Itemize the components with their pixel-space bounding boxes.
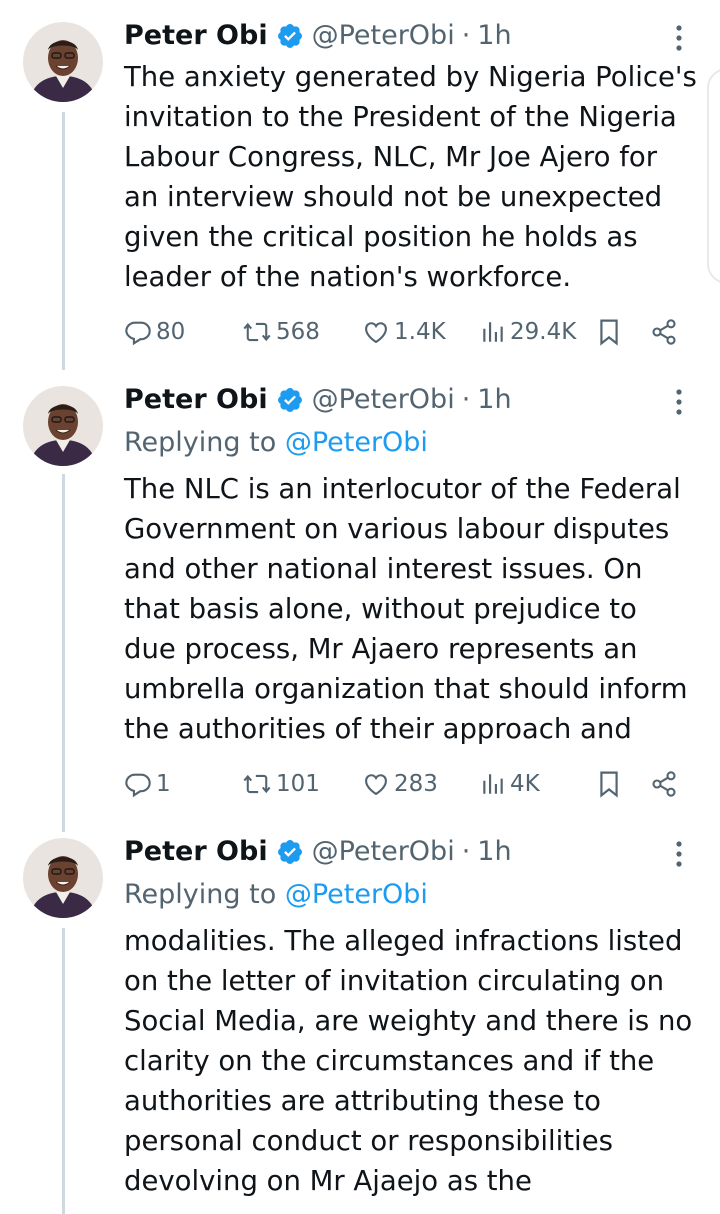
thread-connector bbox=[62, 474, 65, 832]
tweet-text-line: The NLC is an interlocutor of the Federa… bbox=[124, 473, 681, 505]
tweet-text-line: on the letter of invitation circulating … bbox=[124, 965, 665, 997]
replying-to: Replying to @PeterObi bbox=[124, 878, 428, 912]
views-chart-icon bbox=[480, 318, 506, 346]
handle[interactable]: @PeterObi bbox=[312, 835, 455, 869]
tweet-header: Peter Obi @PeterObi · 1h bbox=[124, 383, 512, 417]
more-options-icon[interactable] bbox=[664, 384, 694, 420]
tweet-header: Peter Obi @PeterObi · 1h bbox=[124, 19, 512, 53]
tweet-text-line: umbrella organization that should inform bbox=[124, 673, 688, 705]
tweet-text-line: the authorities of their approach and bbox=[124, 713, 632, 745]
retweet-icon bbox=[242, 318, 272, 346]
replying-mention[interactable]: @PeterObi bbox=[285, 427, 428, 458]
views-button[interactable]: 29.4K bbox=[480, 312, 576, 352]
reply-button[interactable]: 80 bbox=[124, 312, 185, 352]
timestamp[interactable]: 1h bbox=[477, 383, 511, 417]
retweet-button[interactable]: 101 bbox=[242, 764, 320, 804]
heart-icon bbox=[362, 318, 390, 346]
tweet-text-line: due process, Mr Ajaero represents an bbox=[124, 633, 638, 665]
bookmark-icon bbox=[596, 317, 622, 347]
bookmark-icon bbox=[596, 769, 622, 799]
tweet-text-line: an interview should not be unexpected bbox=[124, 181, 663, 213]
tweet-text-line: Government on various labour disputes bbox=[124, 513, 670, 545]
avatar[interactable] bbox=[23, 386, 103, 466]
views-chart-icon bbox=[480, 770, 506, 798]
thread-connector bbox=[62, 112, 65, 370]
separator-dot: · bbox=[461, 20, 471, 51]
like-count: 1.4K bbox=[394, 319, 446, 345]
views-count: 4K bbox=[510, 771, 540, 797]
tweet-text-line: authorities are attributing these to bbox=[124, 1085, 601, 1117]
share-button[interactable] bbox=[650, 312, 678, 352]
display-name[interactable]: Peter Obi bbox=[124, 835, 268, 869]
reply-button[interactable]: 1 bbox=[124, 764, 171, 804]
reply-icon bbox=[124, 770, 152, 798]
tweet-text-line: The anxiety generated by Nigeria Police'… bbox=[124, 61, 697, 93]
reply-count: 80 bbox=[156, 319, 186, 345]
heart-icon bbox=[362, 770, 390, 798]
replying-to: Replying to @PeterObi bbox=[124, 426, 428, 460]
avatar[interactable] bbox=[23, 838, 103, 918]
separator-dot: · bbox=[461, 836, 471, 867]
replying-label: Replying to bbox=[124, 879, 277, 910]
separator-dot: · bbox=[461, 384, 471, 415]
verified-badge-icon bbox=[276, 838, 304, 866]
tweet-text: The NLC is an interlocutor of the Federa… bbox=[124, 469, 704, 749]
retweet-count: 101 bbox=[276, 771, 320, 797]
like-count: 283 bbox=[394, 771, 438, 797]
tweet-text: modalities. The alleged infractions list… bbox=[124, 921, 704, 1201]
reply-count: 1 bbox=[156, 771, 171, 797]
handle[interactable]: @PeterObi bbox=[312, 19, 455, 53]
tweet-text-line: that basis alone, without prejudice to bbox=[124, 593, 637, 625]
avatar[interactable] bbox=[23, 22, 103, 102]
like-button[interactable]: 1.4K bbox=[362, 312, 446, 352]
replying-label: Replying to bbox=[124, 427, 277, 458]
bookmark-button[interactable] bbox=[596, 764, 622, 804]
verified-badge-icon bbox=[276, 386, 304, 414]
tweet-text-line: leader of the nation's workforce. bbox=[124, 261, 572, 293]
tweet-text: The anxiety generated by Nigeria Police'… bbox=[124, 57, 704, 297]
tweet-text-line: Social Media, are weighty and there is n… bbox=[124, 1005, 693, 1037]
views-button[interactable]: 4K bbox=[480, 764, 540, 804]
tweet-text-line: Labour Congress, NLC, Mr Joe Ajero for bbox=[124, 141, 658, 173]
reply-icon bbox=[124, 318, 152, 346]
replying-mention[interactable]: @PeterObi bbox=[285, 879, 428, 910]
retweet-button[interactable]: 568 bbox=[242, 312, 320, 352]
tweet-header: Peter Obi @PeterObi · 1h bbox=[124, 835, 512, 869]
share-button[interactable] bbox=[650, 764, 678, 804]
share-icon bbox=[650, 318, 678, 346]
tweet-text-line: devolving on Mr Ajaejo as the bbox=[124, 1165, 532, 1197]
timestamp[interactable]: 1h bbox=[477, 835, 511, 869]
tweet-text-line: modalities. The alleged infractions list… bbox=[124, 925, 683, 957]
handle[interactable]: @PeterObi bbox=[312, 383, 455, 417]
tweet-text-line: clarity on the circumstances and if the bbox=[124, 1045, 655, 1077]
more-options-icon[interactable] bbox=[664, 836, 694, 872]
thread-connector bbox=[62, 928, 65, 1214]
tweet-text-line: invitation to the President of the Niger… bbox=[124, 101, 677, 133]
bookmark-button[interactable] bbox=[596, 312, 622, 352]
retweet-count: 568 bbox=[276, 319, 320, 345]
side-panel-edge bbox=[707, 68, 720, 284]
tweet-text-line: given the critical position he holds as bbox=[124, 221, 638, 253]
retweet-icon bbox=[242, 770, 272, 798]
display-name[interactable]: Peter Obi bbox=[124, 19, 268, 53]
views-count: 29.4K bbox=[510, 319, 577, 345]
display-name[interactable]: Peter Obi bbox=[124, 383, 268, 417]
timestamp[interactable]: 1h bbox=[477, 19, 511, 53]
more-options-icon[interactable] bbox=[664, 20, 694, 56]
tweet-text-line: and other national interest issues. On bbox=[124, 553, 643, 585]
like-button[interactable]: 283 bbox=[362, 764, 438, 804]
tweet-text-line: personal conduct or responsibilities bbox=[124, 1125, 613, 1157]
share-icon bbox=[650, 770, 678, 798]
verified-badge-icon bbox=[276, 22, 304, 50]
